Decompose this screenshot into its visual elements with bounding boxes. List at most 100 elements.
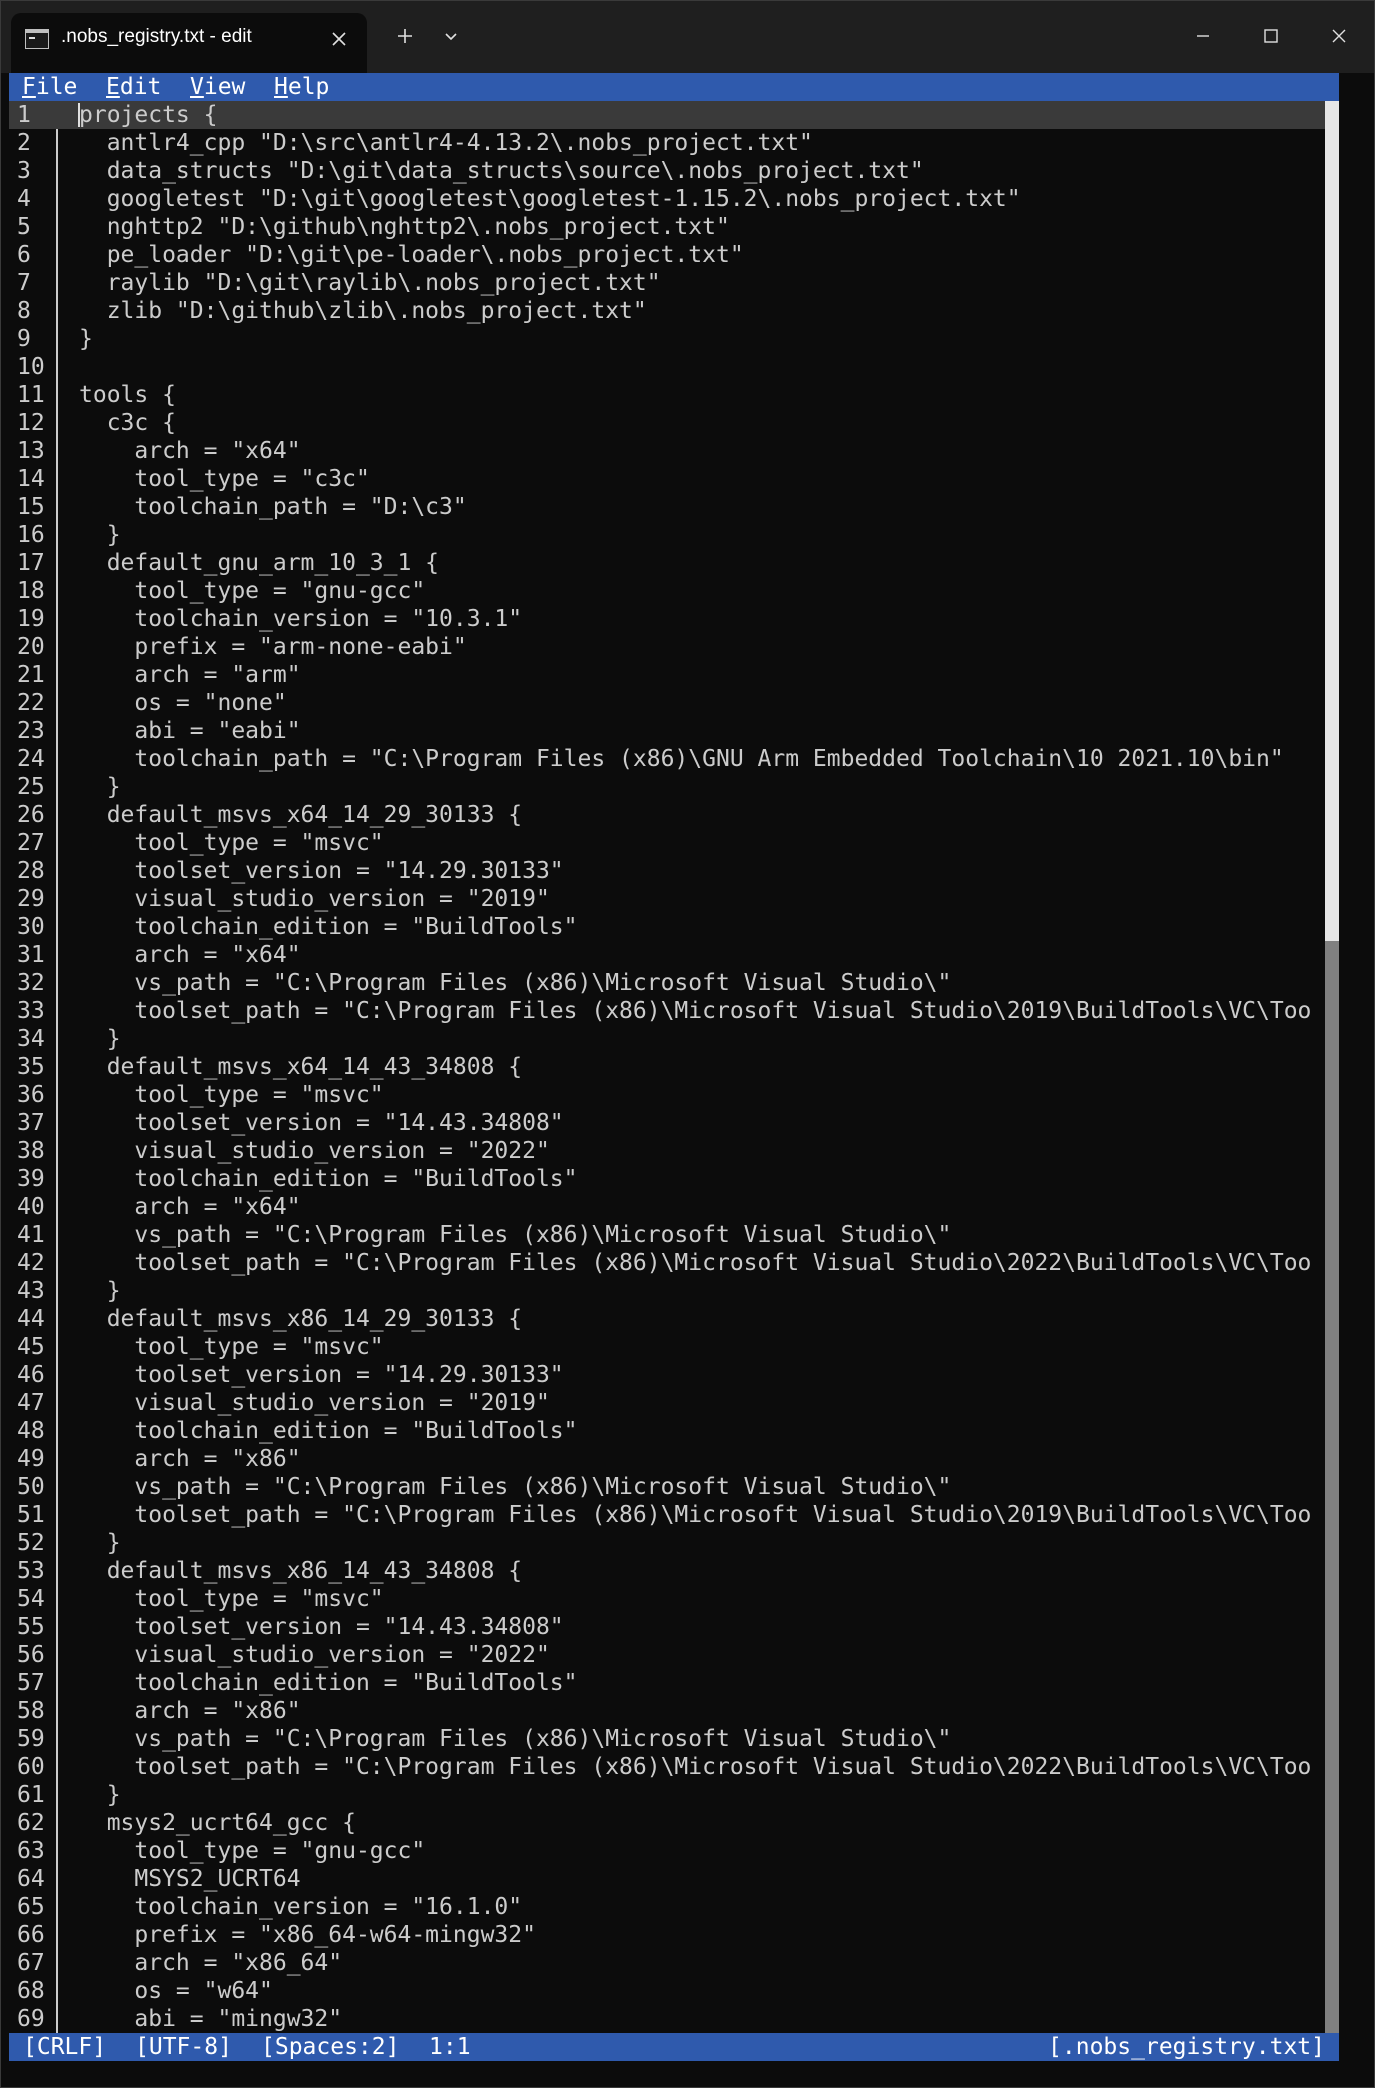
editor-line[interactable]: 50 vs_path = "C:\Program Files (x86)\Mic… — [9, 1473, 1339, 1501]
status-line-ending[interactable]: [CRLF] — [23, 2033, 106, 2061]
editor-line[interactable]: 52 } — [9, 1529, 1339, 1557]
editor-line[interactable]: 14 tool_type = "c3c" — [9, 465, 1339, 493]
editor-line[interactable]: 29 visual_studio_version = "2019" — [9, 885, 1339, 913]
editor-line[interactable]: 48 toolchain_edition = "BuildTools" — [9, 1417, 1339, 1445]
editor-line[interactable]: 26 default_msvs_x64_14_29_30133 { — [9, 801, 1339, 829]
editor-line[interactable]: 46 toolset_version = "14.29.30133" — [9, 1361, 1339, 1389]
editor-line[interactable]: 56 visual_studio_version = "2022" — [9, 1641, 1339, 1669]
editor-line[interactable]: 23 abi = "eabi" — [9, 717, 1339, 745]
editor-line[interactable]: 39 toolchain_edition = "BuildTools" — [9, 1165, 1339, 1193]
maximize-button[interactable] — [1241, 13, 1301, 59]
editor-line[interactable]: 4 googletest "D:\git\googletest\googlete… — [9, 185, 1339, 213]
editor-line[interactable]: 20 prefix = "arm-none-eabi" — [9, 633, 1339, 661]
editor-line[interactable]: 1 projects { — [9, 101, 1339, 129]
editor-line[interactable]: 30 toolchain_edition = "BuildTools" — [9, 913, 1339, 941]
editor-line[interactable]: 69 abi = "mingw32" — [9, 2005, 1339, 2033]
editor-line[interactable]: 60 toolset_path = "C:\Program Files (x86… — [9, 1753, 1339, 1781]
minimize-button[interactable] — [1173, 13, 1233, 59]
editor-line[interactable]: 19 toolchain_version = "10.3.1" — [9, 605, 1339, 633]
text-editor[interactable]: 1 projects {2 antlr4_cpp "D:\src\antlr4-4… — [9, 101, 1339, 2033]
editor-line[interactable]: 15 toolchain_path = "D:\c3" — [9, 493, 1339, 521]
code-line-text: toolchain_version = "10.3.1" — [79, 606, 523, 632]
editor-line[interactable]: 54 tool_type = "msvc" — [9, 1585, 1339, 1613]
editor-line[interactable]: 41 vs_path = "C:\Program Files (x86)\Mic… — [9, 1221, 1339, 1249]
editor-line[interactable]: 36 tool_type = "msvc" — [9, 1081, 1339, 1109]
editor-line[interactable]: 67 arch = "x86_64" — [9, 1949, 1339, 1977]
editor-line[interactable]: 31 arch = "x64" — [9, 941, 1339, 969]
editor-line[interactable]: 6 pe_loader "D:\git\pe-loader\.nobs_proj… — [9, 241, 1339, 269]
editor-line[interactable]: 47 visual_studio_version = "2019" — [9, 1389, 1339, 1417]
editor-line[interactable]: 68 os = "w64" — [9, 1977, 1339, 2005]
status-indentation[interactable]: [Spaces:2] — [261, 2033, 399, 2061]
menu-file[interactable]: File — [22, 73, 77, 101]
tab-nobs-registry[interactable]: .nobs_registry.txt - edit — [11, 13, 367, 73]
editor-line[interactable]: 43 } — [9, 1277, 1339, 1305]
editor-line[interactable]: 61 } — [9, 1781, 1339, 1809]
editor-line[interactable]: 64 MSYS2_UCRT64 — [9, 1865, 1339, 1893]
line-number: 18 — [17, 578, 45, 604]
editor-line[interactable]: 59 vs_path = "C:\Program Files (x86)\Mic… — [9, 1725, 1339, 1753]
editor-line[interactable]: 9} — [9, 325, 1339, 353]
editor-line[interactable]: 34 } — [9, 1025, 1339, 1053]
editor-line[interactable]: 11 tools { — [9, 381, 1339, 409]
line-number: 41 — [17, 1222, 45, 1248]
editor-line[interactable]: 28 toolset_version = "14.29.30133" — [9, 857, 1339, 885]
status-encoding[interactable]: [UTF-8] — [135, 2033, 232, 2061]
line-number: 40 — [17, 1194, 45, 1220]
editor-line[interactable]: 2 antlr4_cpp "D:\src\antlr4-4.13.2\.nobs… — [9, 129, 1339, 157]
editor-line[interactable]: 5 nghttp2 "D:\github\nghttp2\.nobs_proje… — [9, 213, 1339, 241]
editor-line[interactable]: 55 toolset_version = "14.43.34808" — [9, 1613, 1339, 1641]
editor-line[interactable]: 16 } — [9, 521, 1339, 549]
editor-line[interactable]: 66 prefix = "x86_64-w64-mingw32" — [9, 1921, 1339, 1949]
editor-line[interactable]: 10 — [9, 353, 1339, 381]
editor-line[interactable]: 58 arch = "x86" — [9, 1697, 1339, 1725]
line-number: 33 — [17, 998, 45, 1024]
line-number: 59 — [17, 1726, 45, 1752]
line-number: 64 — [17, 1866, 45, 1892]
editor-line[interactable]: 53 default_msvs_x86_14_43_34808 { — [9, 1557, 1339, 1585]
editor-line[interactable]: 7 raylib "D:\git\raylib\.nobs_project.tx… — [9, 269, 1339, 297]
editor-line[interactable]: 32 vs_path = "C:\Program Files (x86)\Mic… — [9, 969, 1339, 997]
editor-line[interactable]: 51 toolset_path = "C:\Program Files (x86… — [9, 1501, 1339, 1529]
editor-line[interactable]: 18 tool_type = "gnu-gcc" — [9, 577, 1339, 605]
editor-line[interactable]: 62 msys2_ucrt64_gcc { — [9, 1809, 1339, 1837]
code-line-text: } — [79, 1278, 121, 1304]
editor-line[interactable]: 22 os = "none" — [9, 689, 1339, 717]
editor-line[interactable]: 40 arch = "x64" — [9, 1193, 1339, 1221]
editor-line[interactable]: 37 toolset_version = "14.43.34808" — [9, 1109, 1339, 1137]
status-cursor-position: 1:1 — [429, 2034, 471, 2060]
editor-line[interactable]: 65 toolchain_version = "16.1.0" — [9, 1893, 1339, 1921]
menu-help[interactable]: Help — [274, 73, 329, 101]
new-tab-button[interactable] — [385, 13, 425, 59]
code-line-text: data_structs "D:\git\data_structs\source… — [79, 158, 924, 184]
menu-view[interactable]: View — [190, 73, 245, 101]
editor-line[interactable]: 24 toolchain_path = "C:\Program Files (x… — [9, 745, 1339, 773]
editor-line[interactable]: 38 visual_studio_version = "2022" — [9, 1137, 1339, 1165]
scrollbar-thumb[interactable] — [1325, 941, 1339, 2033]
line-number: 69 — [17, 2006, 45, 2032]
editor-line[interactable]: 17 default_gnu_arm_10_3_1 { — [9, 549, 1339, 577]
editor-line[interactable]: 27 tool_type = "msvc" — [9, 829, 1339, 857]
editor-line[interactable]: 63 tool_type = "gnu-gcc" — [9, 1837, 1339, 1865]
menu-edit[interactable]: Edit — [106, 73, 161, 101]
close-icon[interactable] — [327, 27, 351, 51]
editor-line[interactable]: 42 toolset_path = "C:\Program Files (x86… — [9, 1249, 1339, 1277]
editor-line[interactable]: 21 arch = "arm" — [9, 661, 1339, 689]
editor-line[interactable]: 3 data_structs "D:\git\data_structs\sour… — [9, 157, 1339, 185]
editor-line[interactable]: 13 arch = "x64" — [9, 437, 1339, 465]
editor-line[interactable]: 25 } — [9, 773, 1339, 801]
line-number: 13 — [17, 438, 45, 464]
line-number: 5 — [17, 214, 31, 240]
editor-line[interactable]: 33 toolset_path = "C:\Program Files (x86… — [9, 997, 1339, 1025]
editor-line[interactable]: 49 arch = "x86" — [9, 1445, 1339, 1473]
editor-line[interactable]: 44 default_msvs_x86_14_29_30133 { — [9, 1305, 1339, 1333]
editor-line[interactable]: 12 c3c { — [9, 409, 1339, 437]
editor-line[interactable]: 35 default_msvs_x64_14_43_34808 { — [9, 1053, 1339, 1081]
editor-line[interactable]: 57 toolchain_edition = "BuildTools" — [9, 1669, 1339, 1697]
line-number: 58 — [17, 1698, 45, 1724]
tab-dropdown-button[interactable] — [433, 13, 469, 59]
editor-line[interactable]: 8 zlib "D:\github\zlib\.nobs_project.txt… — [9, 297, 1339, 325]
vertical-scrollbar[interactable] — [1325, 101, 1339, 2033]
editor-line[interactable]: 45 tool_type = "msvc" — [9, 1333, 1339, 1361]
window-close-button[interactable] — [1309, 13, 1369, 59]
